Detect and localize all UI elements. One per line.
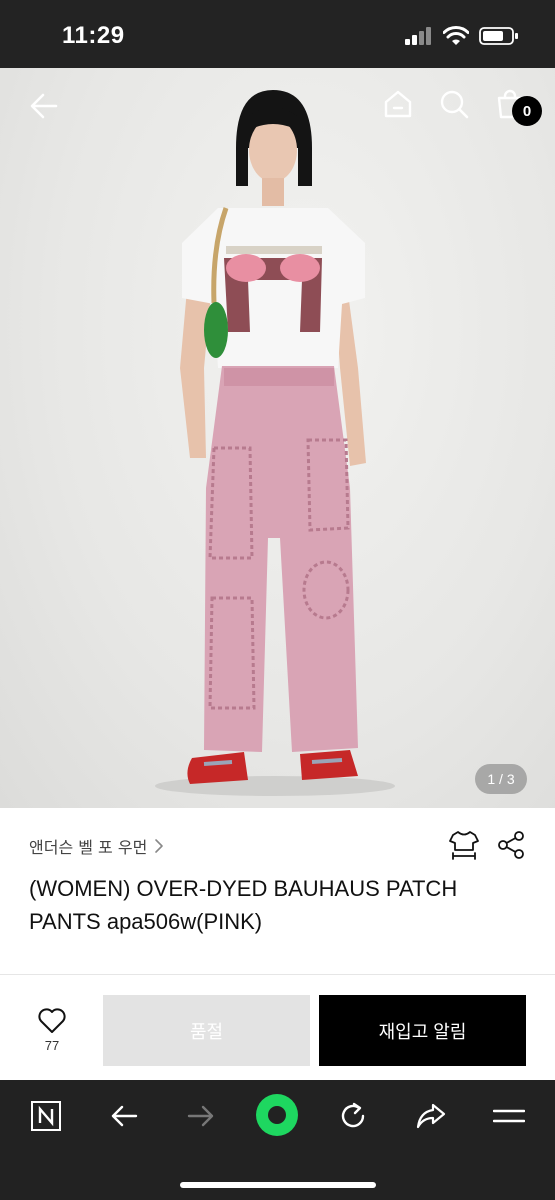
model-photo xyxy=(155,90,395,796)
status-time: 11:29 xyxy=(62,22,125,49)
refresh-icon xyxy=(341,1102,365,1128)
like-button[interactable]: 77 xyxy=(30,1008,74,1053)
like-count: 77 xyxy=(44,1038,60,1053)
signal-icon xyxy=(405,27,431,45)
search-button[interactable] xyxy=(434,84,474,124)
size-guide-button[interactable] xyxy=(449,830,479,866)
cart-count-badge: 0 xyxy=(512,96,542,126)
share-icon xyxy=(498,831,524,859)
brand-link[interactable]: 앤더슨 벨 포 우먼 xyxy=(29,834,165,858)
green-dot-button[interactable] xyxy=(254,1092,300,1138)
battery-icon xyxy=(479,27,518,45)
arrow-right-icon xyxy=(187,1105,214,1127)
browser-back-button[interactable] xyxy=(102,1094,146,1138)
product-image[interactable]: 0 1 / 3 xyxy=(0,68,555,808)
wifi-icon xyxy=(443,26,469,45)
status-bar: 11:29 xyxy=(0,0,555,68)
back-button[interactable] xyxy=(24,86,64,126)
naver-button[interactable] xyxy=(24,1094,68,1138)
refresh-button[interactable] xyxy=(331,1094,375,1138)
product-title: (WOMEN) OVER-DYED BAUHAUS PATCH PANTS ap… xyxy=(29,876,458,934)
home-icon xyxy=(384,90,412,118)
menu-button[interactable] xyxy=(487,1094,531,1138)
image-pager: 1 / 3 xyxy=(475,764,527,794)
brand-name: 앤더슨 벨 포 우먼 xyxy=(29,838,148,857)
forward-share-icon xyxy=(416,1103,446,1129)
sold-out-button[interactable]: 품절 xyxy=(103,995,310,1066)
hamburger-menu-icon xyxy=(493,1109,525,1123)
restock-alert-button[interactable]: 재입고 알림 xyxy=(319,995,526,1066)
arrow-left-icon xyxy=(30,93,58,119)
share-page-button[interactable] xyxy=(409,1094,453,1138)
home-button[interactable] xyxy=(378,84,418,124)
heart-icon xyxy=(38,1008,66,1033)
shirt-size-icon xyxy=(449,831,479,860)
status-icons xyxy=(405,26,519,46)
chevron-right-icon xyxy=(155,839,164,853)
product-actions xyxy=(449,830,525,866)
naver-logo-icon xyxy=(31,1101,61,1131)
browser-forward-button[interactable] xyxy=(179,1094,223,1138)
search-icon xyxy=(440,90,469,119)
arrow-left-icon xyxy=(111,1105,138,1127)
share-button[interactable] xyxy=(497,830,525,866)
divider xyxy=(0,974,555,975)
green-dot-icon xyxy=(256,1094,298,1136)
home-indicator xyxy=(180,1182,376,1188)
